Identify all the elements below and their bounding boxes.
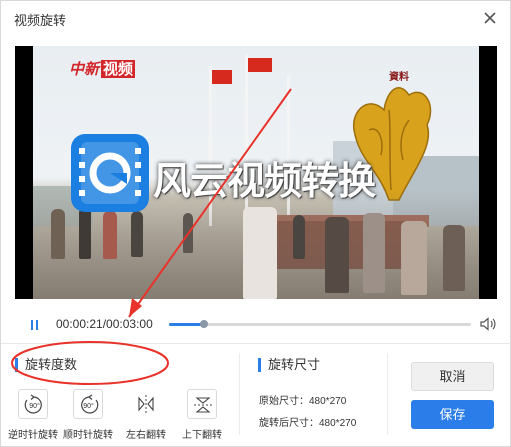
cancel-button[interactable]: 取消 — [411, 362, 494, 391]
flip-vertical-button[interactable]: 上下翻转 — [174, 389, 230, 447]
dialog-title: 视频旋转 — [14, 13, 67, 28]
rotate-ccw-button[interactable]: 90° 逆时针旋转 — [5, 389, 61, 447]
rotate-cw-label: 顺时针旋转 — [63, 430, 113, 441]
channel-logo-box: 视频 — [101, 60, 136, 78]
rotate-cw-degree: 90° — [83, 402, 94, 410]
close-icon[interactable] — [480, 8, 500, 28]
rotate-ccw-degree: 90° — [29, 402, 40, 410]
progress-bar[interactable] — [169, 320, 471, 328]
app-logo-icon — [71, 134, 149, 212]
actions-divider — [387, 353, 388, 435]
flip-vertical-icon — [187, 389, 217, 419]
original-size: 原始尺寸：480*270 — [259, 396, 347, 407]
pause-icon[interactable] — [29, 318, 41, 332]
progress-fill — [169, 323, 205, 326]
playback-time: 00:00:21/00:03:00 — [56, 317, 153, 331]
flip-horizontal-icon — [131, 389, 161, 419]
rotate-cw-button[interactable]: 90° 顺时针旋转 — [60, 389, 116, 447]
title-bar: 视频旋转 — [1, 1, 511, 35]
size-section-title: 旋转尺寸 — [258, 358, 320, 372]
flip-horizontal-label: 左右翻转 — [126, 430, 166, 441]
archive-watermark: 資料 — [389, 72, 409, 83]
video-preview[interactable]: 中新 视频 資料 风云视频转换 — [15, 46, 497, 299]
rotate-ccw-icon: 90° — [18, 389, 48, 419]
player-controls: 00:00:21/00:03:00 — [1, 309, 511, 339]
rotated-size: 旋转后尺寸：480*270 — [259, 418, 357, 429]
section-divider — [239, 353, 240, 435]
video-frame: 中新 视频 資料 风云视频转换 — [33, 46, 479, 299]
rotation-section-title: 旋转度数 — [15, 358, 77, 372]
channel-logo-text: 中新 — [69, 60, 100, 78]
save-button[interactable]: 保存 — [411, 400, 494, 429]
channel-logo: 中新 视频 — [69, 58, 136, 79]
volume-icon[interactable] — [479, 316, 497, 332]
controls-divider — [1, 343, 511, 344]
promo-overlay-text: 风云视频转换 — [153, 161, 376, 203]
rotate-cw-icon: 90° — [73, 389, 103, 419]
progress-thumb[interactable] — [200, 320, 209, 328]
video-rotate-dialog: 视频旋转 中新 视频 資料 风云视频转换 00:00:21/00:03:00 旋… — [0, 0, 511, 447]
flip-horizontal-button[interactable]: 左右翻转 — [118, 389, 174, 447]
flip-vertical-label: 上下翻转 — [182, 430, 222, 441]
